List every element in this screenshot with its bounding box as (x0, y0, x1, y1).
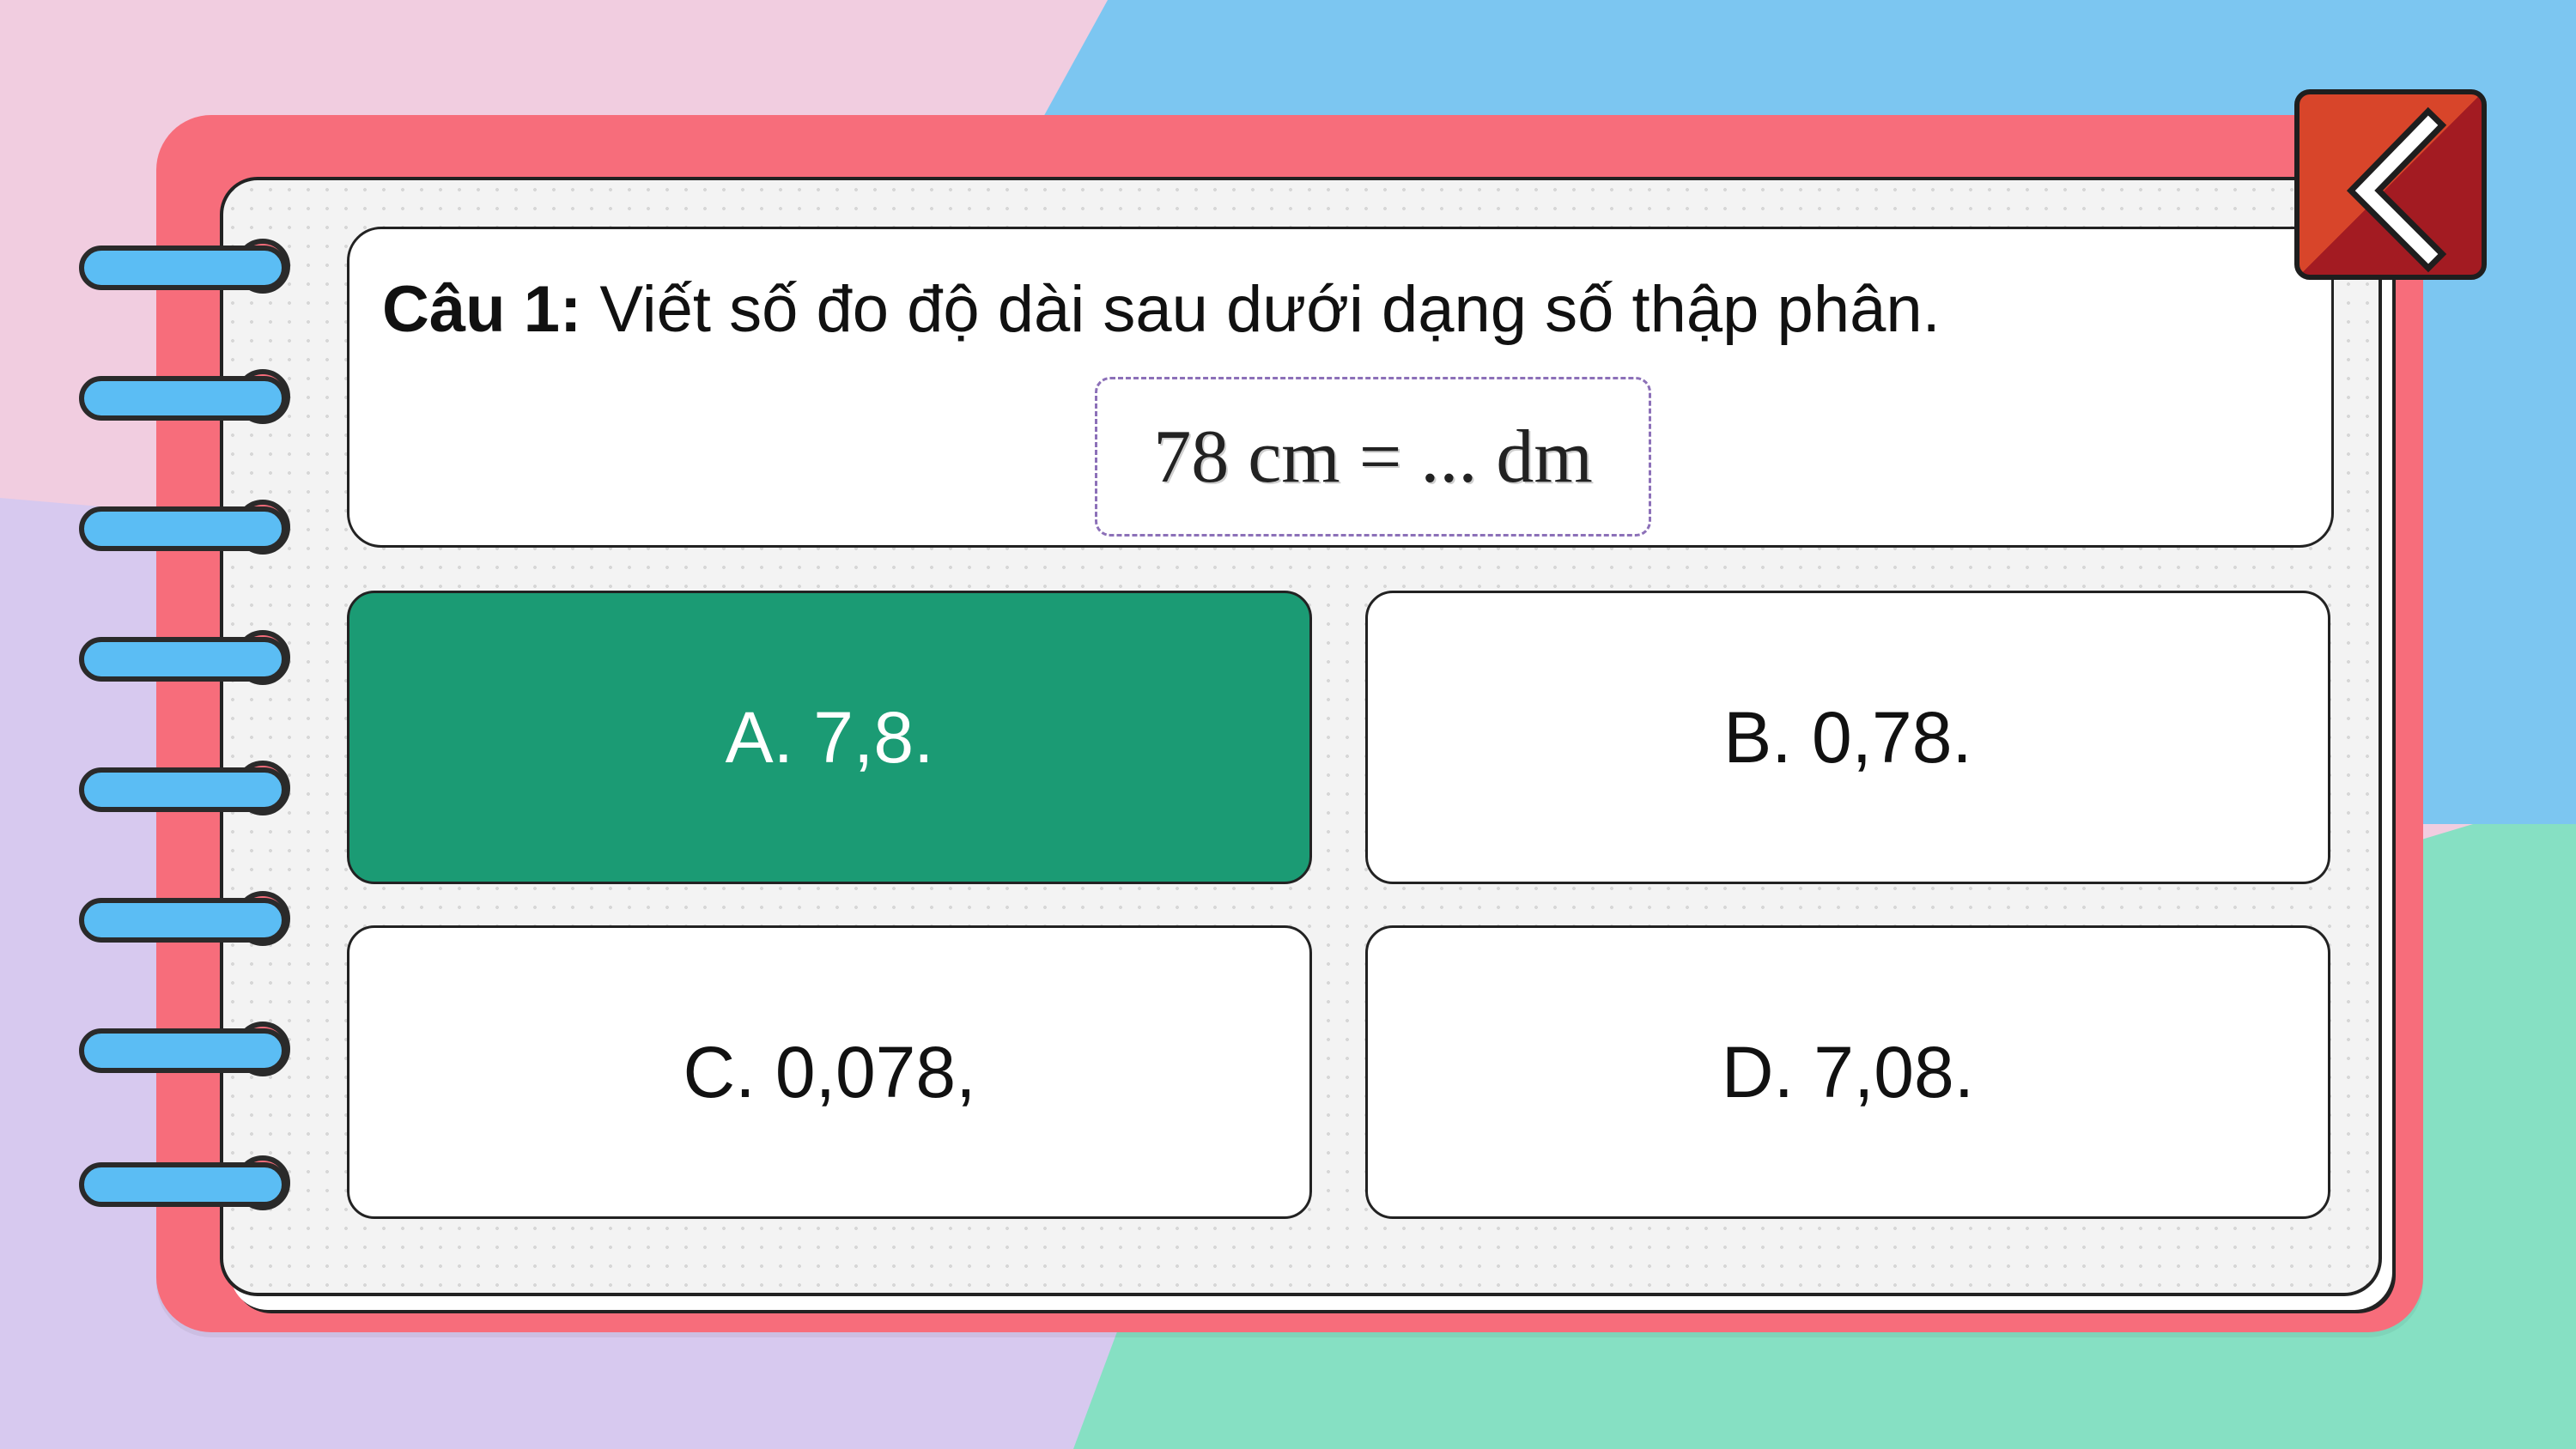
answer-option-c-label: C. 0,078, (683, 1031, 976, 1113)
back-button[interactable] (2294, 89, 2487, 280)
answer-option-a-label: A. 7,8. (725, 696, 934, 778)
answer-option-c[interactable]: C. 0,078, (347, 925, 1312, 1219)
spiral-ring (79, 500, 311, 555)
question-expression: 78 cm = ... dm (1153, 415, 1593, 499)
question-expression-box: 78 cm = ... dm (1095, 377, 1651, 537)
question-label: Câu 1: (382, 273, 582, 346)
chevron-left-icon (2346, 106, 2447, 273)
spiral-ring (79, 1022, 311, 1076)
answer-option-d[interactable]: D. 7,08. (1365, 925, 2330, 1219)
question-text: Câu 1: Viết số đo độ dài sau dưới dạng s… (382, 272, 1941, 347)
spiral-ring (79, 369, 311, 424)
answer-option-b[interactable]: B. 0,78. (1365, 591, 2330, 884)
answer-option-a[interactable]: A. 7,8. (347, 591, 1312, 884)
question-body: Viết số đo độ dài sau dưới dạng số thập … (599, 273, 1941, 346)
question-card: Câu 1: Viết số đo độ dài sau dưới dạng s… (347, 227, 2334, 548)
spiral-ring (79, 891, 311, 946)
spiral-ring (79, 630, 311, 685)
spiral-ring (79, 1155, 311, 1210)
answer-option-b-label: B. 0,78. (1723, 696, 1972, 778)
spiral-ring (79, 761, 311, 815)
spiral-ring (79, 239, 311, 294)
answer-option-d-label: D. 7,08. (1721, 1031, 1975, 1113)
